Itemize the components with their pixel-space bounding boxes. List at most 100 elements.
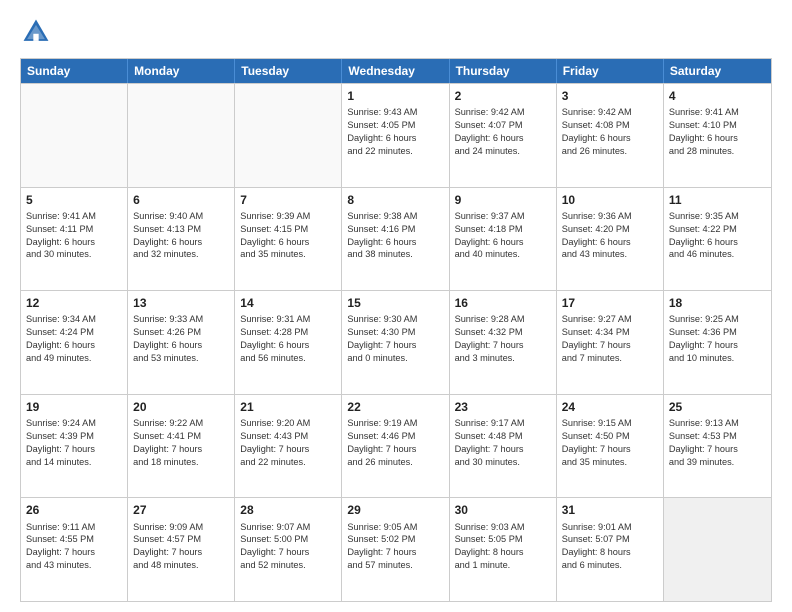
cell-text-line: and 24 minutes.	[455, 145, 551, 158]
calendar-cell: 5Sunrise: 9:41 AMSunset: 4:11 PMDaylight…	[21, 188, 128, 291]
cell-text-line: Sunset: 4:22 PM	[669, 223, 766, 236]
cell-text-line: Daylight: 6 hours	[669, 236, 766, 249]
cell-text-line: and 38 minutes.	[347, 248, 443, 261]
cell-text-line: and 26 minutes.	[347, 456, 443, 469]
cell-text-line: Sunset: 4:05 PM	[347, 119, 443, 132]
cell-text-line: and 40 minutes.	[455, 248, 551, 261]
cell-text-line: Sunset: 4:50 PM	[562, 430, 658, 443]
cell-text-line: Daylight: 6 hours	[347, 236, 443, 249]
cell-text-line: Daylight: 7 hours	[455, 339, 551, 352]
cell-text-line: and 57 minutes.	[347, 559, 443, 572]
logo	[20, 16, 56, 48]
cell-text-line: and 0 minutes.	[347, 352, 443, 365]
cell-text-line: Daylight: 6 hours	[26, 236, 122, 249]
cell-text-line: Sunrise: 9:05 AM	[347, 521, 443, 534]
calendar-cell: 21Sunrise: 9:20 AMSunset: 4:43 PMDayligh…	[235, 395, 342, 498]
weekday-header: Thursday	[450, 59, 557, 83]
cell-text-line: Sunrise: 9:41 AM	[26, 210, 122, 223]
calendar-cell: 3Sunrise: 9:42 AMSunset: 4:08 PMDaylight…	[557, 84, 664, 187]
cell-text-line: Sunrise: 9:07 AM	[240, 521, 336, 534]
calendar-cell: 30Sunrise: 9:03 AMSunset: 5:05 PMDayligh…	[450, 498, 557, 601]
cell-text-line: Sunrise: 9:22 AM	[133, 417, 229, 430]
day-number: 30	[455, 502, 551, 518]
weekday-header: Wednesday	[342, 59, 449, 83]
cell-text-line: Sunrise: 9:19 AM	[347, 417, 443, 430]
day-number: 20	[133, 399, 229, 415]
cell-text-line: Sunset: 5:05 PM	[455, 533, 551, 546]
cell-text-line: Sunrise: 9:25 AM	[669, 313, 766, 326]
calendar-cell: 15Sunrise: 9:30 AMSunset: 4:30 PMDayligh…	[342, 291, 449, 394]
cell-text-line: Sunset: 5:07 PM	[562, 533, 658, 546]
cell-text-line: Daylight: 8 hours	[562, 546, 658, 559]
weekday-header: Tuesday	[235, 59, 342, 83]
cell-text-line: Daylight: 7 hours	[669, 339, 766, 352]
day-number: 25	[669, 399, 766, 415]
calendar-cell: 4Sunrise: 9:41 AMSunset: 4:10 PMDaylight…	[664, 84, 771, 187]
cell-text-line: Sunset: 4:20 PM	[562, 223, 658, 236]
cell-text-line: and 53 minutes.	[133, 352, 229, 365]
cell-text-line: and 18 minutes.	[133, 456, 229, 469]
cell-text-line: Sunset: 4:39 PM	[26, 430, 122, 443]
calendar-cell: 2Sunrise: 9:42 AMSunset: 4:07 PMDaylight…	[450, 84, 557, 187]
cell-text-line: Sunrise: 9:13 AM	[669, 417, 766, 430]
cell-text-line: and 43 minutes.	[26, 559, 122, 572]
cell-text-line: Daylight: 6 hours	[240, 236, 336, 249]
cell-text-line: Sunset: 4:28 PM	[240, 326, 336, 339]
day-number: 2	[455, 88, 551, 104]
cell-text-line: Daylight: 7 hours	[240, 443, 336, 456]
calendar-cell: 17Sunrise: 9:27 AMSunset: 4:34 PMDayligh…	[557, 291, 664, 394]
calendar-cell: 1Sunrise: 9:43 AMSunset: 4:05 PMDaylight…	[342, 84, 449, 187]
cell-text-line: and 30 minutes.	[455, 456, 551, 469]
day-number: 7	[240, 192, 336, 208]
cell-text-line: Daylight: 6 hours	[562, 236, 658, 249]
cell-text-line: Daylight: 7 hours	[562, 339, 658, 352]
calendar-cell: 22Sunrise: 9:19 AMSunset: 4:46 PMDayligh…	[342, 395, 449, 498]
cell-text-line: Daylight: 8 hours	[455, 546, 551, 559]
cell-text-line: Daylight: 6 hours	[240, 339, 336, 352]
day-number: 10	[562, 192, 658, 208]
cell-text-line: and 46 minutes.	[669, 248, 766, 261]
day-number: 26	[26, 502, 122, 518]
cell-text-line: Sunset: 4:24 PM	[26, 326, 122, 339]
day-number: 19	[26, 399, 122, 415]
day-number: 21	[240, 399, 336, 415]
cell-text-line: and 1 minute.	[455, 559, 551, 572]
cell-text-line: Sunrise: 9:11 AM	[26, 521, 122, 534]
weekday-header: Friday	[557, 59, 664, 83]
cell-text-line: Sunset: 5:02 PM	[347, 533, 443, 546]
cell-text-line: and 56 minutes.	[240, 352, 336, 365]
cell-text-line: and 32 minutes.	[133, 248, 229, 261]
cell-text-line: Sunrise: 9:09 AM	[133, 521, 229, 534]
cell-text-line: Daylight: 6 hours	[26, 339, 122, 352]
cell-text-line: Daylight: 6 hours	[347, 132, 443, 145]
cell-text-line: Sunrise: 9:24 AM	[26, 417, 122, 430]
cell-text-line: Sunrise: 9:01 AM	[562, 521, 658, 534]
calendar-cell: 28Sunrise: 9:07 AMSunset: 5:00 PMDayligh…	[235, 498, 342, 601]
cell-text-line: Daylight: 7 hours	[455, 443, 551, 456]
calendar-cell: 23Sunrise: 9:17 AMSunset: 4:48 PMDayligh…	[450, 395, 557, 498]
day-number: 4	[669, 88, 766, 104]
cell-text-line: Sunrise: 9:17 AM	[455, 417, 551, 430]
calendar-cell: 26Sunrise: 9:11 AMSunset: 4:55 PMDayligh…	[21, 498, 128, 601]
day-number: 1	[347, 88, 443, 104]
calendar-body: 1Sunrise: 9:43 AMSunset: 4:05 PMDaylight…	[21, 83, 771, 601]
cell-text-line: and 3 minutes.	[455, 352, 551, 365]
day-number: 16	[455, 295, 551, 311]
cell-text-line: Sunset: 4:15 PM	[240, 223, 336, 236]
day-number: 6	[133, 192, 229, 208]
cell-text-line: Daylight: 6 hours	[562, 132, 658, 145]
cell-text-line: Sunrise: 9:35 AM	[669, 210, 766, 223]
calendar-cell: 13Sunrise: 9:33 AMSunset: 4:26 PMDayligh…	[128, 291, 235, 394]
day-number: 22	[347, 399, 443, 415]
calendar-cell: 9Sunrise: 9:37 AMSunset: 4:18 PMDaylight…	[450, 188, 557, 291]
calendar-cell: 11Sunrise: 9:35 AMSunset: 4:22 PMDayligh…	[664, 188, 771, 291]
cell-text-line: Daylight: 6 hours	[455, 132, 551, 145]
weekday-header: Saturday	[664, 59, 771, 83]
cell-text-line: Sunrise: 9:36 AM	[562, 210, 658, 223]
calendar-cell	[128, 84, 235, 187]
cell-text-line: Sunrise: 9:37 AM	[455, 210, 551, 223]
calendar-row: 26Sunrise: 9:11 AMSunset: 4:55 PMDayligh…	[21, 497, 771, 601]
calendar: SundayMondayTuesdayWednesdayThursdayFrid…	[20, 58, 772, 602]
day-number: 28	[240, 502, 336, 518]
calendar-cell	[235, 84, 342, 187]
